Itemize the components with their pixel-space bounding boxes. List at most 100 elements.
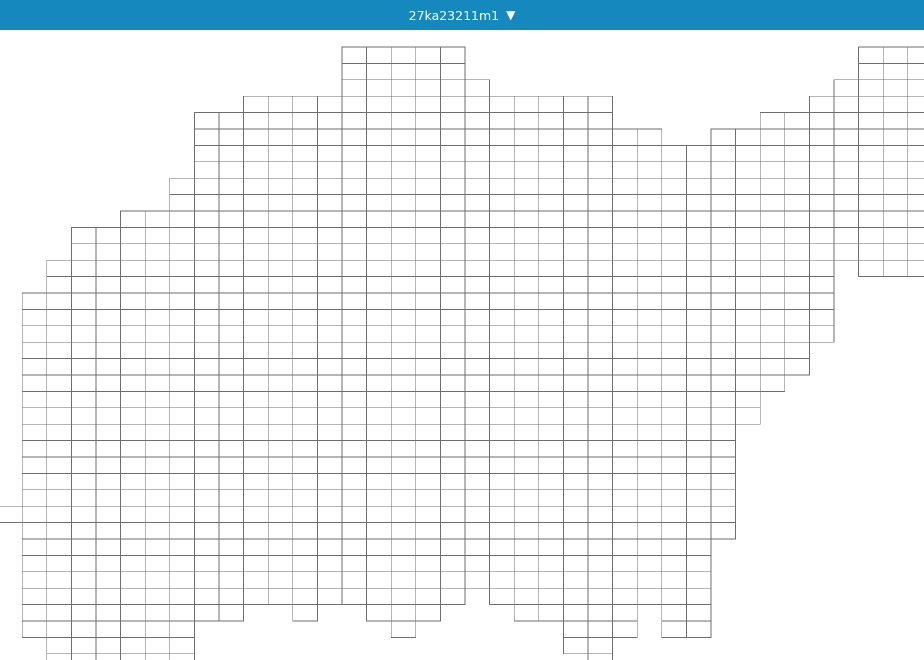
- grid-cell[interactable]: [390, 423, 417, 441]
- grid-cell[interactable]: [489, 112, 515, 130]
- grid-cell[interactable]: [120, 309, 146, 327]
- grid-cell[interactable]: [735, 276, 761, 294]
- grid-cell[interactable]: [686, 473, 712, 491]
- grid-cell[interactable]: [858, 145, 884, 163]
- grid-cell[interactable]: [95, 341, 121, 359]
- grid-cell[interactable]: [218, 456, 244, 474]
- grid-cell[interactable]: [243, 112, 269, 130]
- grid-cell[interactable]: [194, 145, 220, 163]
- grid-cell[interactable]: [587, 620, 613, 638]
- grid-cell[interactable]: [882, 259, 909, 277]
- grid-cell[interactable]: [612, 620, 638, 638]
- grid-cell[interactable]: [267, 276, 294, 294]
- grid-cell[interactable]: [759, 194, 786, 212]
- grid-cell[interactable]: [366, 538, 392, 556]
- grid-cell[interactable]: [169, 407, 195, 425]
- grid-cell[interactable]: [415, 325, 441, 343]
- grid-cell[interactable]: [341, 95, 367, 113]
- grid-cell[interactable]: [513, 604, 540, 622]
- grid-cell[interactable]: [907, 194, 924, 212]
- grid-cell[interactable]: [317, 407, 343, 425]
- grid-cell[interactable]: [587, 440, 613, 458]
- grid-cell[interactable]: [612, 505, 638, 523]
- grid-cell[interactable]: [243, 128, 269, 146]
- grid-cell[interactable]: [415, 358, 441, 376]
- grid-cell[interactable]: [440, 79, 466, 97]
- grid-cell[interactable]: [833, 128, 859, 146]
- grid-cell[interactable]: [710, 259, 736, 277]
- grid-cell[interactable]: [71, 604, 97, 622]
- grid-cell[interactable]: [440, 63, 466, 81]
- grid-cell[interactable]: [612, 440, 638, 458]
- grid-cell[interactable]: [563, 325, 589, 343]
- grid-cell[interactable]: [144, 587, 171, 605]
- grid-cell[interactable]: [71, 620, 97, 638]
- grid-cell[interactable]: [612, 473, 638, 491]
- grid-cell[interactable]: [464, 309, 490, 327]
- grid-cell[interactable]: [21, 505, 48, 523]
- grid-cell[interactable]: [120, 571, 146, 589]
- grid-cell[interactable]: [735, 210, 761, 228]
- grid-cell[interactable]: [267, 522, 294, 540]
- grid-cell[interactable]: [267, 243, 294, 261]
- grid-cell[interactable]: [661, 620, 687, 638]
- grid-cell[interactable]: [563, 276, 589, 294]
- grid-cell[interactable]: [120, 522, 146, 540]
- grid-cell[interactable]: [144, 325, 171, 343]
- grid-cell[interactable]: [292, 292, 318, 310]
- grid-cell[interactable]: [292, 423, 318, 441]
- grid-cell[interactable]: [563, 489, 589, 507]
- grid-cell[interactable]: [292, 177, 318, 195]
- grid-cell[interactable]: [587, 309, 613, 327]
- grid-cell[interactable]: [661, 358, 687, 376]
- grid-cell[interactable]: [612, 292, 638, 310]
- grid-cell[interactable]: [144, 637, 171, 655]
- grid-cell[interactable]: [71, 653, 97, 660]
- grid-cell[interactable]: [317, 587, 343, 605]
- grid-cell[interactable]: [686, 423, 712, 441]
- grid-cell[interactable]: [636, 259, 663, 277]
- grid-cell[interactable]: [538, 194, 564, 212]
- grid-cell[interactable]: [194, 276, 220, 294]
- grid-cell[interactable]: [267, 456, 294, 474]
- grid-cell[interactable]: [194, 210, 220, 228]
- grid-cell[interactable]: [194, 473, 220, 491]
- grid-cell[interactable]: [489, 341, 515, 359]
- grid-cell[interactable]: [120, 423, 146, 441]
- grid-cell[interactable]: [169, 587, 195, 605]
- grid-cell[interactable]: [440, 391, 466, 409]
- grid-cell[interactable]: [759, 145, 786, 163]
- grid-cell[interactable]: [587, 571, 613, 589]
- grid-cell[interactable]: [784, 276, 810, 294]
- grid-cell[interactable]: [440, 538, 466, 556]
- grid-cell[interactable]: [440, 309, 466, 327]
- grid-cell[interactable]: [907, 210, 924, 228]
- grid-cell[interactable]: [267, 292, 294, 310]
- grid-cell[interactable]: [612, 276, 638, 294]
- grid-cell[interactable]: [71, 473, 97, 491]
- grid-cell[interactable]: [341, 145, 367, 163]
- grid-cell[interactable]: [464, 227, 490, 245]
- grid-cell[interactable]: [809, 177, 835, 195]
- grid-cell[interactable]: [907, 259, 924, 277]
- grid-cell[interactable]: [686, 571, 712, 589]
- grid-cell[interactable]: [21, 538, 48, 556]
- grid-cell[interactable]: [735, 309, 761, 327]
- grid-cell[interactable]: [686, 538, 712, 556]
- grid-cell[interactable]: [390, 505, 417, 523]
- grid-cell[interactable]: [366, 473, 392, 491]
- grid-cell[interactable]: [366, 243, 392, 261]
- grid-cell[interactable]: [612, 407, 638, 425]
- grid-cell[interactable]: [390, 292, 417, 310]
- grid-cell[interactable]: [440, 194, 466, 212]
- grid-cell[interactable]: [907, 177, 924, 195]
- grid-cell[interactable]: [686, 440, 712, 458]
- grid-cell[interactable]: [489, 423, 515, 441]
- grid-cell[interactable]: [366, 63, 392, 81]
- grid-cell[interactable]: [366, 128, 392, 146]
- grid-cell[interactable]: [759, 292, 786, 310]
- grid-cell[interactable]: [440, 112, 466, 130]
- grid-cell[interactable]: [587, 128, 613, 146]
- grid-cell[interactable]: [464, 95, 490, 113]
- grid-cell[interactable]: [21, 358, 48, 376]
